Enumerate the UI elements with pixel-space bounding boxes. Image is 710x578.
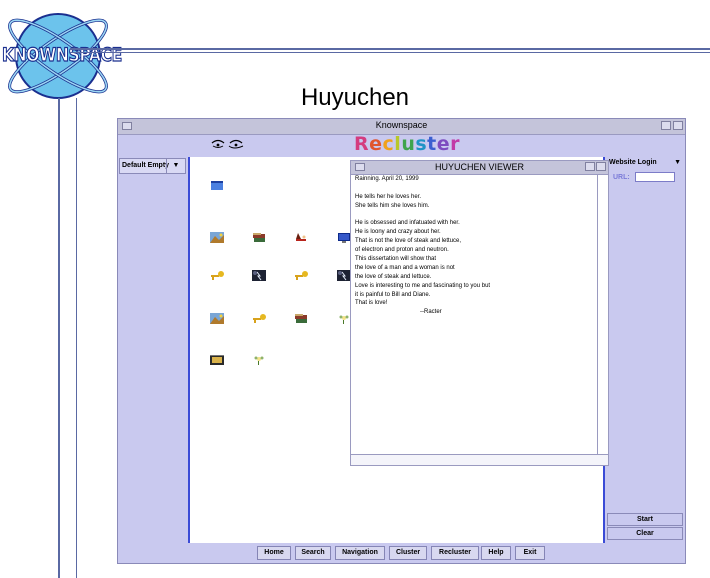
viewer-line: Rainning. April 20, 1999 [355,176,419,182]
left-panel: Default Empty ▼ [118,157,190,543]
brand-letter: s [415,133,428,155]
chevron-down-icon[interactable]: ▼ [166,159,185,173]
key-icon[interactable] [209,269,225,282]
viewer-minimize-button[interactable] [585,162,595,171]
viewer-line: of electron and proton and neutron. [355,247,449,254]
eyes-logo-icon [211,139,244,149]
folder-dropdown[interactable]: Default Empty ▼ [119,158,186,174]
vertical-scrollbar[interactable] [597,175,608,455]
brand-letter: c [382,133,395,155]
brand-letter: u [401,133,416,155]
cluster-button[interactable]: Cluster [389,546,427,560]
landscape-icon[interactable] [209,312,225,325]
viewer-signature: --Racter [420,309,442,316]
viewer-maximize-button[interactable] [596,162,606,171]
viewer-line [355,184,595,193]
help-button[interactable]: Help [481,546,511,560]
minimize-button[interactable] [661,121,671,130]
url-input[interactable] [635,172,675,182]
calendar-icon[interactable] [209,179,225,192]
key-icon[interactable] [293,269,309,282]
viewer-line: He is loony and crazy about her. [355,229,441,236]
viewer-text: Rainning. April 20, 1999 He tells her he … [355,175,595,317]
maximize-button[interactable] [673,121,683,130]
brand-letter: e [369,133,383,155]
viewer-line: it is painful to Bill and Diane. [355,291,431,298]
brand-letter: t [427,133,437,155]
storm-icon[interactable] [251,269,267,282]
viewer-line [355,211,595,220]
header-rule-thin [70,52,710,53]
key-icon[interactable] [251,312,267,325]
brand-letter: e [436,133,451,155]
huyuchen-viewer-window: HUYUCHEN VIEWER Rainning. April 20, 1999… [350,160,609,466]
flower-icon[interactable] [251,353,267,366]
brand-letter: r [450,133,461,155]
right-panel: Website Login ▼ URL: Start Clear [607,157,685,543]
search-button[interactable]: Search [295,546,331,560]
header-rule [70,48,710,50]
viewer-line: the love of steak and lettuce. [355,273,432,280]
viewer-line: Love is interesting to me and fascinatin… [355,282,491,289]
books-icon[interactable] [251,231,267,244]
url-label: URL: [613,174,630,181]
side-rule-thin [76,98,77,578]
window-title: Knownspace [375,120,428,130]
viewer-title: HUYUCHEN VIEWER [434,162,524,172]
slide-title: Huyuchen [300,84,410,111]
login-dropdown-value: Website Login [609,159,657,166]
books-icon[interactable] [293,312,309,325]
landscape-icon[interactable] [209,231,225,244]
chevron-down-icon: ▼ [674,159,681,166]
film-icon[interactable] [209,353,225,366]
viewer-titlebar[interactable]: HUYUCHEN VIEWER [351,161,608,175]
home-button[interactable]: Home [257,546,291,560]
viewer-line: That is not the love of steak and lettuc… [355,238,462,245]
viewer-line: the love of a man and a woman is not [355,264,455,271]
brand-letter: R [354,133,370,155]
viewer-line: This dissertation will show that [355,256,437,263]
viewer-line: He tells her he loves her. [355,193,422,200]
recluster-button[interactable]: Recluster [431,546,479,560]
start-button[interactable]: Start [607,513,683,526]
navigation-bar: Home Search Navigation Cluster Recluster… [118,543,685,563]
recluster-brand: Recluster [354,133,460,155]
login-dropdown[interactable]: Website Login ▼ [607,157,683,168]
exit-button[interactable]: Exit [515,546,545,560]
clear-button[interactable]: Clear [607,527,683,540]
side-rule [58,98,60,578]
folder-dropdown-value: Default Empty [122,162,170,169]
viewer-line: She tells him she loves him. [355,202,430,209]
navigation-button[interactable]: Navigation [335,546,385,560]
witch-icon[interactable] [293,231,309,244]
app-header: Recluster [118,133,685,156]
viewer-line: He is obsessed and infatuated with her. [355,220,460,227]
viewer-line: That is love! [355,300,388,307]
horizontal-scrollbar[interactable] [351,454,608,465]
